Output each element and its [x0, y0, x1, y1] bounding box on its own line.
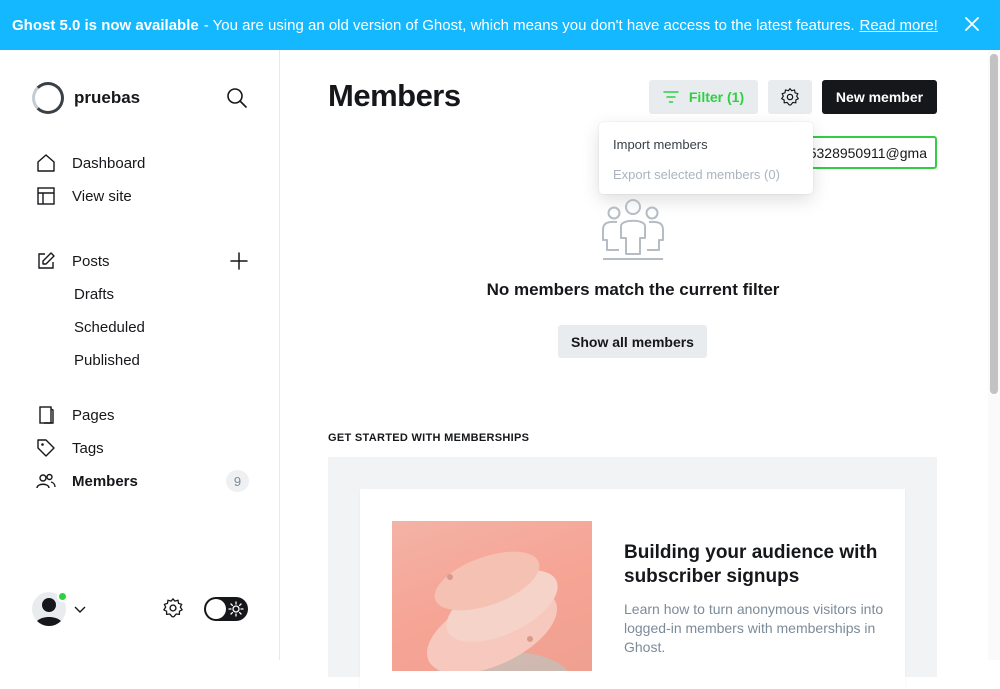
nav-pages-label: Pages [72, 406, 115, 424]
nav-posts[interactable]: Posts [36, 249, 110, 273]
nav-tags-label: Tags [72, 439, 104, 457]
show-all-members-button[interactable]: Show all members [558, 325, 707, 358]
members-actions-dropdown: Import members Export selected members (… [599, 122, 813, 194]
nav-dashboard[interactable]: Dashboard [36, 151, 145, 175]
sun-icon [228, 601, 244, 617]
nav-dashboard-label: Dashboard [72, 154, 146, 172]
filter-icon [663, 91, 679, 103]
nav-drafts[interactable]: Drafts [74, 282, 114, 306]
main-content: Members Filter (1) New member Import mem… [281, 50, 988, 689]
new-member-button[interactable]: New member [822, 80, 937, 114]
layout-icon [37, 187, 55, 205]
site-logo-icon [32, 82, 64, 114]
empty-state-title: No members match the current filter [486, 280, 780, 299]
members-settings-button[interactable] [768, 80, 812, 114]
read-more-link[interactable]: Read more! [859, 17, 937, 34]
banner-strong-text: Ghost 5.0 is now available [12, 16, 199, 34]
page-title: Members [328, 78, 461, 113]
members-empty-icon [602, 199, 664, 260]
dark-mode-toggle[interactable] [204, 597, 248, 621]
promo-image [392, 521, 592, 671]
page-icon [39, 406, 54, 424]
site-brand[interactable]: pruebas [32, 82, 140, 114]
promo-container: Building your audience with subscriber s… [328, 457, 937, 689]
filter-button-label: Filter (1) [688, 89, 745, 105]
abstract-discs-illustration [426, 551, 568, 671]
main-scrollbar[interactable] [988, 50, 1000, 660]
nav-posts-label: Posts [72, 252, 110, 270]
tag-icon [37, 439, 55, 457]
banner-text: - You are using an old version of Ghost,… [203, 16, 855, 34]
home-icon [37, 154, 55, 172]
nav-members[interactable]: Members [36, 469, 138, 493]
nav-view-site[interactable]: View site [36, 184, 132, 208]
nav-published-label: Published [74, 351, 140, 369]
sidebar: pruebas Dashboard View site Posts Drafts… [0, 50, 280, 660]
update-banner: Ghost 5.0 is now available - You are usin… [0, 0, 1000, 50]
members-count-badge: 9 [226, 470, 249, 492]
scrollbar-thumb[interactable] [990, 54, 998, 394]
promo-card[interactable]: Building your audience with subscriber s… [360, 489, 905, 689]
gear-icon [781, 88, 799, 106]
nav-drafts-label: Drafts [74, 285, 115, 303]
add-post-icon[interactable] [228, 250, 250, 272]
chevron-down-icon[interactable] [74, 603, 86, 615]
toggle-knob [206, 599, 226, 619]
members-icon [36, 473, 56, 489]
nav-published[interactable]: Published [74, 348, 140, 372]
nav-pages[interactable]: Pages [36, 403, 115, 427]
site-name: pruebas [74, 88, 141, 107]
edit-icon [38, 252, 55, 269]
nav-members-label: Members [72, 472, 138, 490]
section-heading: GET STARTED WITH MEMBERSHIPS [328, 432, 530, 444]
gear-icon[interactable] [162, 597, 184, 619]
filter-button[interactable]: Filter (1) [649, 80, 758, 114]
import-members-item[interactable]: Import members [599, 134, 813, 156]
nav-view-site-label: View site [72, 187, 132, 205]
close-icon[interactable] [962, 14, 982, 34]
nav-scheduled-label: Scheduled [74, 318, 145, 336]
online-status-dot [57, 591, 68, 602]
search-icon[interactable] [226, 87, 248, 109]
promo-description: Learn how to turn anonymous visitors int… [624, 601, 884, 655]
export-members-item: Export selected members (0) [613, 167, 780, 182]
nav-tags[interactable]: Tags [36, 436, 104, 460]
promo-title: Building your audience with subscriber s… [624, 542, 878, 587]
nav-scheduled[interactable]: Scheduled [74, 315, 145, 339]
banner-message: Ghost 5.0 is now available - You are usin… [12, 17, 938, 34]
